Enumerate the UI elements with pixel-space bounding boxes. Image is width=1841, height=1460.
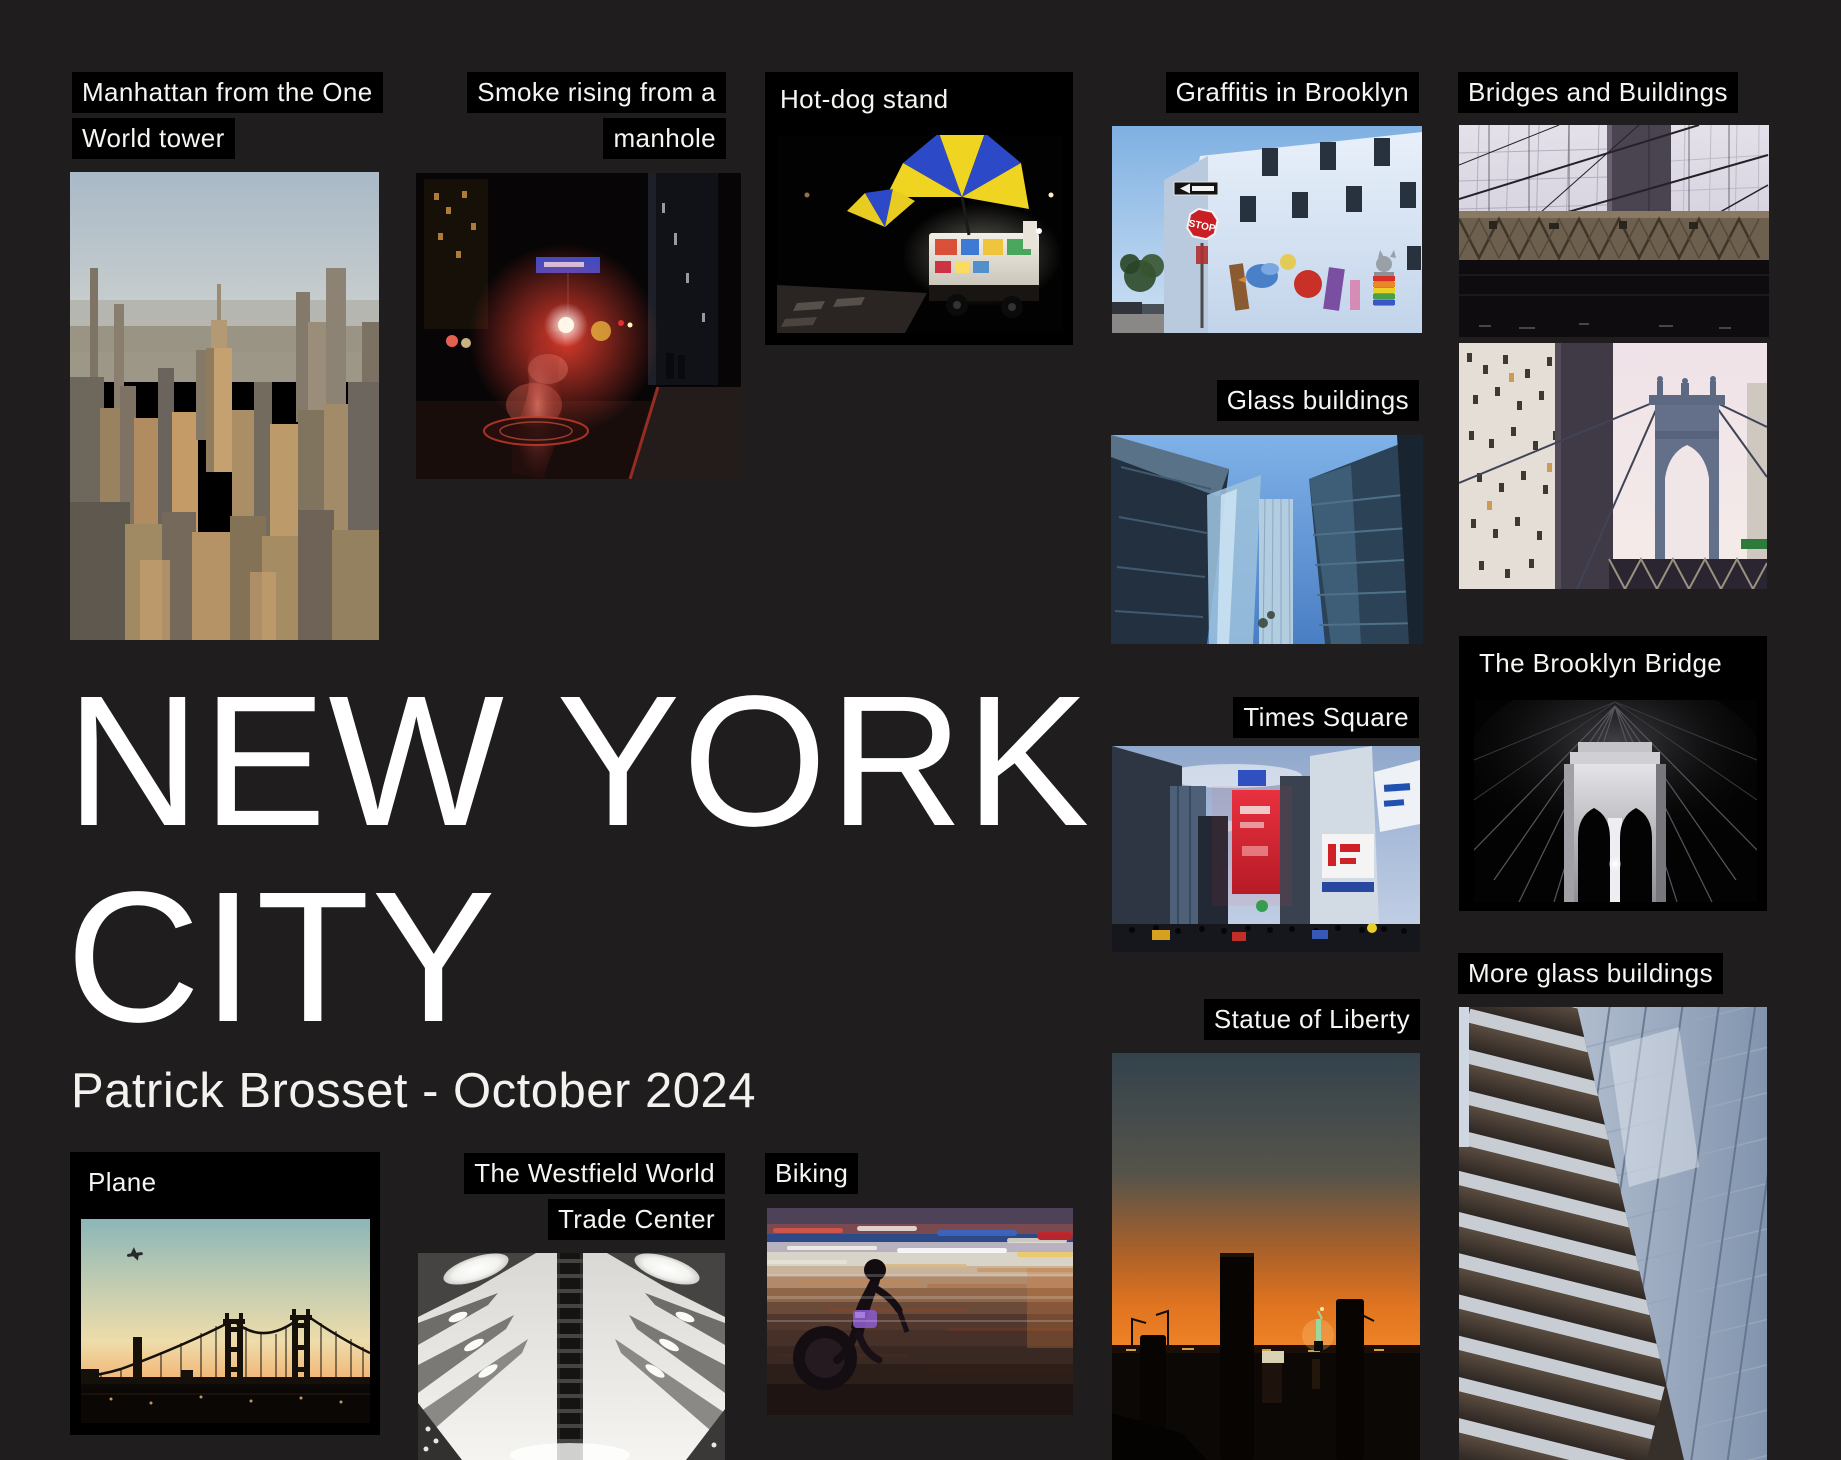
- caption-line: Manhattan from the One: [72, 72, 383, 113]
- photo-smoke-manhole: [416, 173, 741, 479]
- caption-times-square: Times Square: [1233, 697, 1419, 738]
- caption-graffiti: Graffitis in Brooklyn: [1166, 72, 1419, 113]
- photo-biking: [767, 1208, 1073, 1415]
- caption-line: The Westfield World: [464, 1153, 725, 1194]
- caption-line: Smoke rising from a: [467, 72, 726, 113]
- photo-gallery-page: NEW YORKCITY Patrick Brosset - October 2…: [0, 0, 1841, 1460]
- page-title: NEW YORKCITY: [66, 664, 1091, 1056]
- photo-bridge-deck: [1459, 125, 1769, 337]
- caption-line: Statue of Liberty: [1204, 999, 1420, 1040]
- caption-line: Biking: [765, 1153, 858, 1194]
- caption-line: More glass buildings: [1458, 953, 1723, 994]
- photo-more-glass-buildings: [1459, 1007, 1767, 1460]
- caption-hotdog: Hot-dog stand: [780, 84, 949, 115]
- caption-biking: Biking: [765, 1153, 858, 1194]
- photo-brooklyn-bridge: [1474, 700, 1757, 902]
- caption-plane: Plane: [88, 1167, 157, 1198]
- photo-bridge-tower: [1459, 343, 1767, 589]
- card-brooklyn-bridge: The Brooklyn Bridge: [1459, 636, 1767, 911]
- photo-hotdog-stand: [777, 135, 1063, 333]
- caption-line: Glass buildings: [1217, 380, 1419, 421]
- caption-brooklyn-bridge: The Brooklyn Bridge: [1479, 648, 1722, 679]
- caption-statue: Statue of Liberty: [1204, 999, 1420, 1040]
- card-plane: Plane: [70, 1152, 380, 1435]
- photo-plane: [81, 1219, 370, 1423]
- caption-line: Times Square: [1233, 697, 1419, 738]
- caption-smoke: Smoke rising from a manhole: [467, 72, 726, 159]
- photo-times-square: [1112, 746, 1420, 952]
- title-line1: NEW YORK: [66, 658, 1091, 865]
- photo-manhattan: [70, 172, 379, 640]
- caption-line: Trade Center: [548, 1199, 725, 1240]
- page-subtitle: Patrick Brosset - October 2024: [71, 1063, 756, 1119]
- title-line2: CITY: [66, 854, 498, 1061]
- caption-westfield: The Westfield World Trade Center: [464, 1153, 725, 1240]
- photo-statue-of-liberty: [1112, 1053, 1420, 1460]
- caption-line: manhole: [603, 118, 726, 159]
- card-hotdog: Hot-dog stand: [765, 72, 1073, 345]
- caption-manhattan: Manhattan from the One World tower: [72, 72, 383, 159]
- caption-bridges: Bridges and Buildings: [1458, 72, 1738, 113]
- photo-glass-buildings: [1111, 435, 1423, 644]
- caption-more-glass: More glass buildings: [1458, 953, 1723, 994]
- photo-westfield-oculus: [418, 1253, 725, 1460]
- caption-line: Bridges and Buildings: [1458, 72, 1738, 113]
- caption-line: World tower: [72, 118, 235, 159]
- caption-glass: Glass buildings: [1217, 380, 1419, 421]
- photo-graffiti: STOP: [1112, 126, 1422, 333]
- caption-line: Graffitis in Brooklyn: [1166, 72, 1419, 113]
